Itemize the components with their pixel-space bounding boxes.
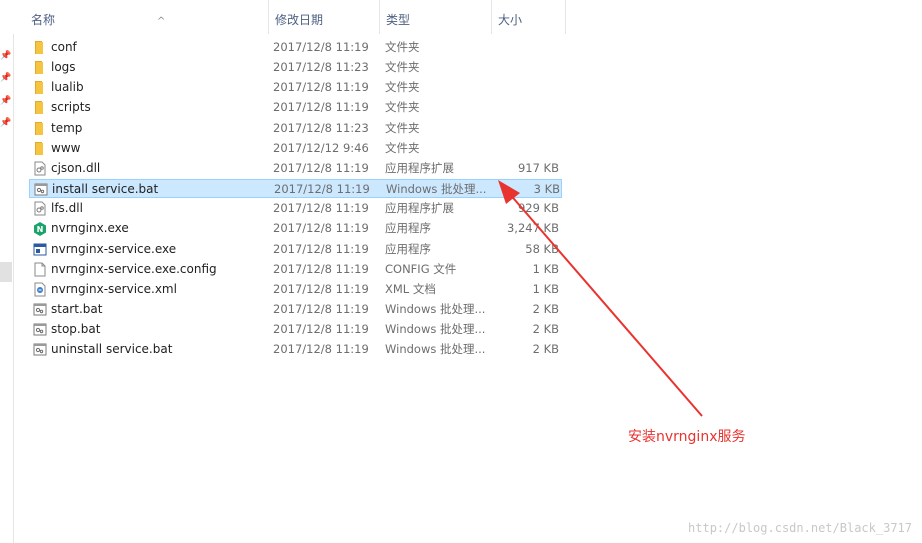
file-name: lualib: [51, 80, 84, 95]
pin-icon[interactable]: 📌: [0, 95, 12, 107]
file-type: 应用程序扩展: [385, 201, 454, 216]
file-name: conf: [51, 40, 77, 54]
file-row[interactable]: nvrnginx-service.exe 2017/12/8 11:19 应用程序 5…: [29, 240, 562, 259]
column-header-size[interactable]: 大小: [492, 0, 566, 34]
file-name: nvrnginx.exe: [51, 221, 129, 236]
file-type: 文件夹: [385, 80, 420, 95]
file-name: nvrnginx-service.exe: [51, 241, 177, 256]
file-name: scripts: [51, 100, 91, 115]
file-row[interactable]: temp 2017/12/8 11:23 文件夹: [29, 119, 562, 138]
file-row[interactable]: lfs.dll 2017/12/8 11:19 应用程序扩展 929 KB: [29, 199, 562, 218]
file-name: install service.bat: [52, 182, 159, 197]
file-row[interactable]: conf 2017/12/8 11:19 文件夹: [29, 38, 562, 57]
file-date: 2017/12/8 11:19: [273, 201, 369, 216]
file-type: 文件夹: [385, 40, 420, 54]
file-date: 2017/12/8 11:19: [273, 221, 369, 236]
file-size: 2 KB: [532, 342, 559, 357]
file-date: 2017/12/8 11:19: [273, 100, 369, 115]
file-type: XML 文档: [385, 281, 436, 296]
file-date: 2017/12/8 11:19: [273, 261, 369, 276]
file-size: 1 KB: [532, 261, 559, 276]
file-size: 2 KB: [532, 301, 559, 316]
svg-text:N: N: [37, 225, 44, 234]
file-date: 2017/12/8 11:19: [273, 80, 369, 95]
file-name: nvrnginx-service.xml: [51, 281, 177, 296]
file-date: 2017/12/8 11:19: [274, 182, 370, 197]
file-name: lfs.dll: [51, 201, 83, 216]
file-date: 2017/12/8 11:19: [273, 342, 369, 357]
file-date: 2017/12/8 11:19: [273, 301, 369, 316]
file-name: cjson.dll: [51, 160, 101, 175]
file-row[interactable]: www 2017/12/12 9:46 文件夹: [29, 139, 562, 158]
file-name: www: [51, 140, 81, 155]
file-row[interactable]: logs 2017/12/8 11:23 文件夹: [29, 58, 562, 77]
file-date: 2017/12/8 11:23: [273, 60, 369, 75]
file-date: 2017/12/8 11:19: [273, 160, 369, 175]
file-type: Windows 批处理...: [385, 301, 486, 316]
file-date: 2017/12/8 11:19: [273, 281, 369, 296]
sort-up-icon: ^: [157, 16, 166, 27]
file-row[interactable]: stop.bat 2017/12/8 11:19 Windows 批处理... 2 K…: [29, 320, 562, 339]
file-type: 文件夹: [385, 120, 420, 135]
file-type: CONFIG 文件: [385, 261, 457, 276]
file-type: Windows 批处理...: [386, 182, 487, 197]
file-type: 文件夹: [385, 60, 420, 75]
file-name: start.bat: [51, 301, 103, 316]
file-row[interactable]: Nnvrnginx.exe 2017/12/8 11:19 应用程序 3,247 KB: [29, 219, 562, 238]
file-date: 2017/12/8 11:23: [273, 120, 369, 135]
file-name: uninstall service.bat: [51, 342, 173, 357]
file-type: 文件夹: [385, 100, 420, 115]
pin-icon[interactable]: 📌: [0, 50, 12, 62]
file-type: 应用程序: [385, 241, 431, 256]
column-name-label: 名称: [31, 13, 56, 27]
file-type: Windows 批处理...: [385, 342, 486, 357]
file-name: stop.bat: [51, 322, 101, 337]
navigation-pane-edge: 📌 📌 📌 📌: [0, 0, 14, 543]
file-size: 917 KB: [517, 160, 559, 175]
file-name: logs: [51, 60, 76, 75]
file-row[interactable]: lualib 2017/12/8 11:19 文件夹: [29, 78, 562, 97]
file-date: 2017/12/12 9:46: [273, 140, 369, 155]
column-header-date[interactable]: 修改日期: [269, 0, 380, 34]
file-date: 2017/12/8 11:19: [273, 322, 369, 337]
column-type-label: 类型: [386, 13, 411, 27]
file-size: 2 KB: [532, 322, 559, 337]
file-date: 2017/12/8 11:19: [273, 40, 369, 54]
watermark: http://blog.csdn.net/Black_3717: [688, 521, 912, 535]
file-row[interactable]: install service.bat 2017/12/8 11:19 Window…: [29, 179, 562, 199]
pin-icon[interactable]: 📌: [0, 117, 12, 129]
file-date: 2017/12/8 11:19: [273, 241, 369, 256]
file-row[interactable]: scripts 2017/12/8 11:19 文件夹: [29, 98, 562, 117]
file-row[interactable]: uninstall service.bat 2017/12/8 11:19 Wind…: [29, 340, 562, 359]
file-name: nvrnginx-service.exe.config: [51, 261, 217, 276]
column-date-label: 修改日期: [275, 13, 324, 27]
file-row[interactable]: cjson.dll 2017/12/8 11:19 应用程序扩展 917 KB: [29, 159, 562, 178]
file-row[interactable]: start.bat 2017/12/8 11:19 Windows 批处理... 2 …: [29, 300, 562, 319]
file-size: 3 KB: [533, 182, 560, 197]
nav-scrollbar-thumb[interactable]: [0, 262, 12, 282]
file-type: 应用程序: [385, 221, 431, 236]
file-size: 1 KB: [532, 281, 559, 296]
file-name: temp: [51, 120, 83, 135]
column-size-label: 大小: [498, 13, 523, 27]
annotation-text: 安装nvrnginx服务: [628, 429, 746, 445]
column-header-type[interactable]: 类型: [380, 0, 492, 34]
file-type: 文件夹: [385, 140, 420, 155]
file-size: 58 KB: [525, 241, 559, 256]
column-header: 名称 ^ 修改日期 类型 大小: [13, 0, 922, 34]
file-type: Windows 批处理...: [385, 322, 486, 337]
file-type: 应用程序扩展: [385, 160, 454, 175]
column-header-name[interactable]: 名称 ^: [25, 0, 269, 34]
file-size: 3,247 KB: [506, 221, 559, 236]
file-size: 929 KB: [517, 201, 559, 216]
file-row[interactable]: nvrnginx-service.exe.config 2017/12/8 11:…: [29, 260, 562, 279]
file-row[interactable]: nvrnginx-service.xml 2017/12/8 11:19 XML 文…: [29, 280, 562, 299]
pin-icon[interactable]: 📌: [0, 72, 12, 84]
